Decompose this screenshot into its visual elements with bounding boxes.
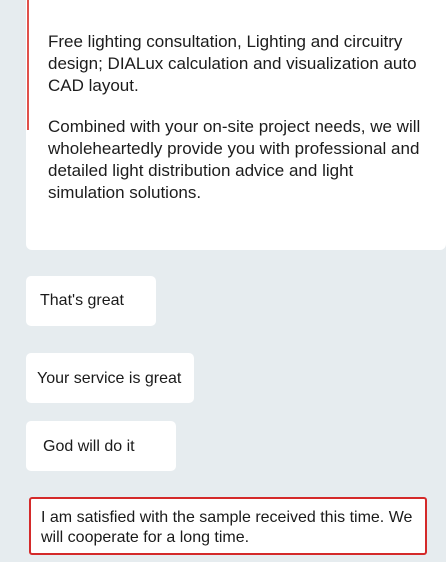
chat-message-bubble: Your service is great — [26, 353, 194, 403]
service-description-message: Free lighting consultation, Lighting and… — [26, 0, 446, 250]
chat-message-bubble: God will do it — [26, 421, 176, 471]
chat-message-bubble: That's great — [26, 276, 156, 326]
chat-thread: Free lighting consultation, Lighting and… — [0, 0, 446, 562]
highlighted-chat-message-bubble: I am satisfied with the sample received … — [29, 497, 427, 555]
service-paragraph-2: Combined with your on-site project needs… — [48, 117, 421, 202]
message-accent-line — [27, 0, 29, 130]
service-paragraph-1: Free lighting consultation, Lighting and… — [48, 32, 417, 95]
